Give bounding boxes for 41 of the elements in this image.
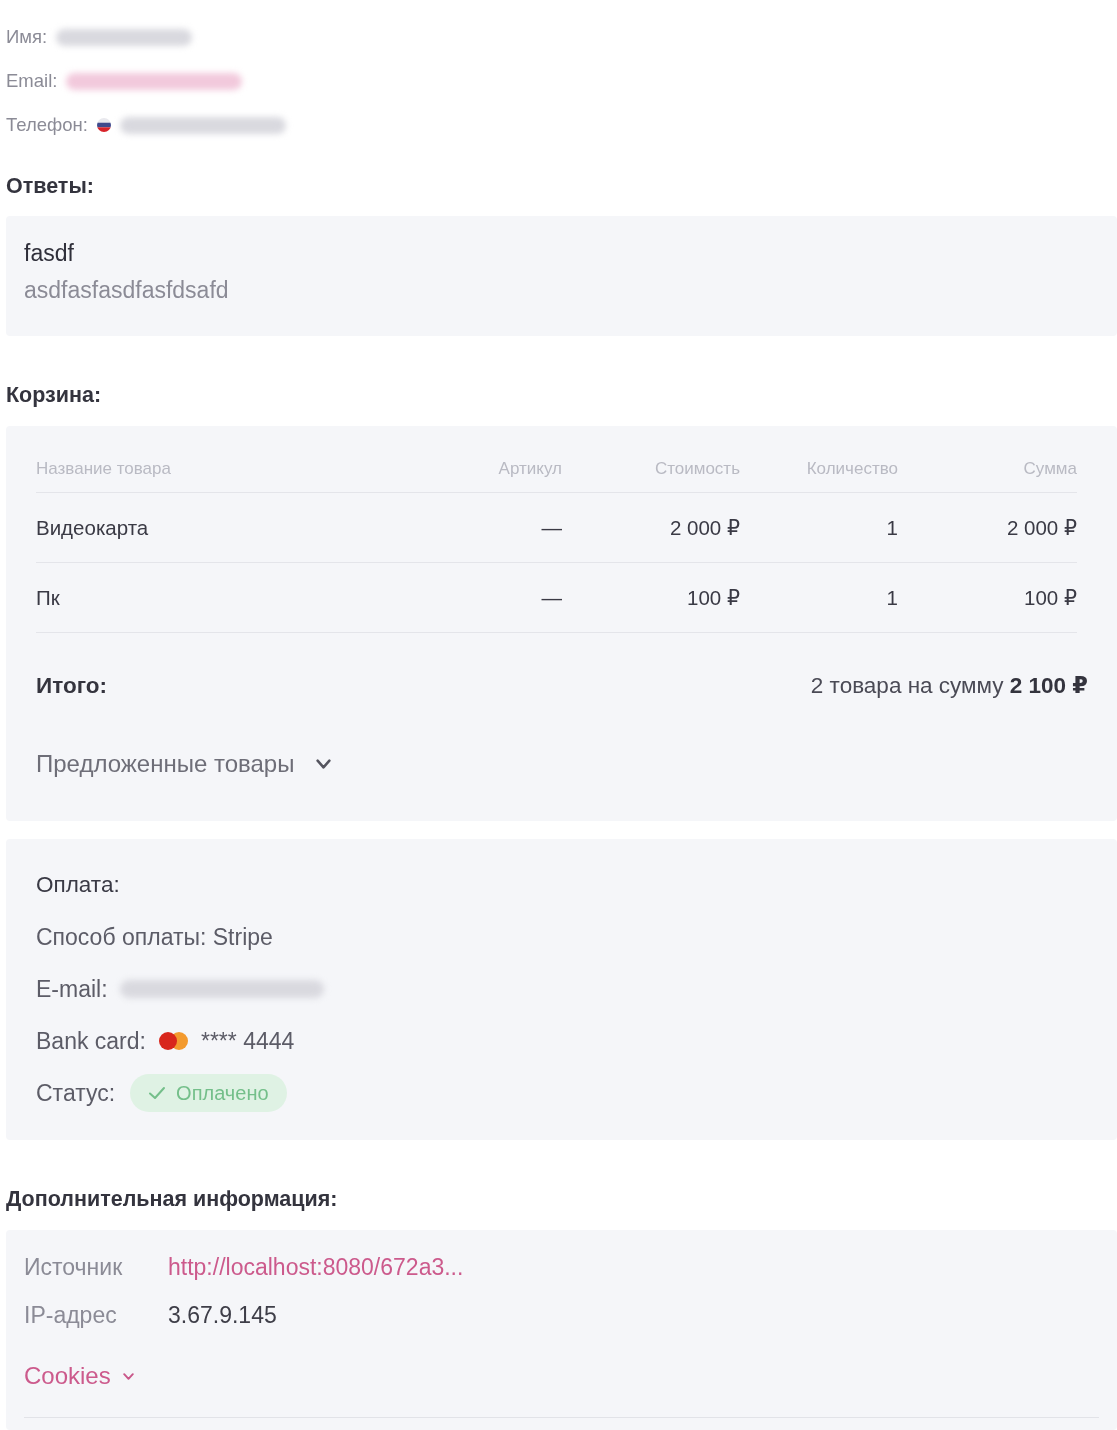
source-link[interactable]: http://localhost:8080/672a3... [168, 1253, 464, 1281]
overlapping-circles-icon [157, 1031, 189, 1051]
answer-question: fasdf [24, 239, 75, 267]
field-label: Статус: [36, 1079, 116, 1107]
suggested-products-toggle[interactable]: Предложенные товары [36, 750, 332, 778]
round-flag-icon [96, 118, 111, 132]
table-cell: 100 ₽ [898, 563, 1077, 633]
field-label: E-mail: [36, 975, 108, 1003]
payment-method: Способ оплаты: Stripe [36, 923, 273, 951]
cookies-toggle[interactable]: Cookies [24, 1352, 134, 1400]
payment-heading: Оплата: [36, 872, 120, 898]
field-label: Имя: [6, 26, 48, 48]
table-cell: 100 ₽ [562, 563, 740, 633]
field-value: 3.67.9.145 [168, 1301, 277, 1329]
status-text: Оплачено [176, 1081, 269, 1105]
total-summary: 2 товара на сумму 2 100 ₽ [810, 672, 1088, 700]
total-label: Итого: [36, 672, 107, 700]
section-heading: Дополнительная информация: [6, 1186, 339, 1212]
field-label: Bank card: [36, 1027, 146, 1055]
table-cell: Видеокарта [36, 493, 442, 563]
field-label: Email: [6, 70, 58, 92]
table-cell: — [442, 563, 562, 633]
table-cell: 2 000 ₽ [898, 493, 1077, 563]
table-cell: 2 000 ₽ [562, 493, 740, 563]
field-label: IP-адрес [24, 1301, 118, 1329]
column-header: Артикул [442, 446, 562, 493]
section-heading: Корзина: [6, 382, 103, 408]
answer-text: asdfasfasdfasfdsafd [24, 276, 230, 304]
check-icon [148, 1086, 167, 1100]
table-cell: Пк [36, 563, 442, 633]
card-number: **** 4444 [200, 1027, 295, 1055]
table-cell: — [442, 493, 562, 563]
section-heading: Ответы: [6, 173, 95, 199]
table-cell: 1 [740, 563, 898, 633]
table-cell: 1 [740, 493, 898, 563]
column-header: Количество [740, 446, 898, 493]
field-label: Телефон: [6, 114, 88, 136]
field-label: Источник [24, 1253, 124, 1281]
column-header: Стоимость [562, 446, 740, 493]
column-header: Название товара [36, 446, 442, 493]
column-header: Сумма [898, 446, 1077, 493]
